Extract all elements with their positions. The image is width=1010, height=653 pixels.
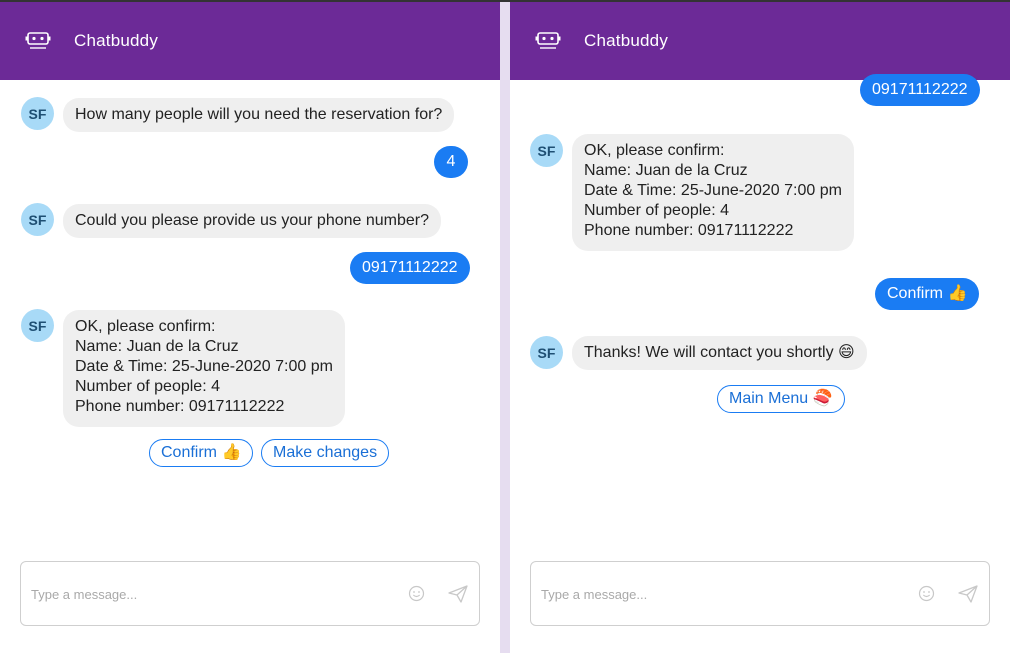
quick-reply-confirm-button[interactable]: Confirm 👍: [149, 439, 254, 467]
send-icon[interactable]: [958, 585, 978, 608]
avatar: SF: [21, 97, 54, 130]
quick-reply-main-menu-button[interactable]: Main Menu 🍣: [717, 385, 845, 413]
message-list: SF How many people will you need the res…: [0, 80, 500, 560]
robot-face-icon: [534, 30, 562, 52]
user-message: 09171112222: [860, 74, 980, 106]
user-message: Confirm 👍: [875, 278, 980, 310]
message-composer: [20, 561, 480, 626]
message-list: 09171112222 SF OK, please confirm: Name:…: [510, 74, 1010, 560]
user-message: 4: [434, 146, 468, 178]
message-input[interactable]: [31, 582, 391, 606]
avatar: SF: [21, 203, 54, 236]
bot-confirmation-message: OK, please confirm: Name: Juan de la Cru…: [63, 310, 345, 427]
user-message: 09171112222: [350, 252, 470, 284]
smiley-icon[interactable]: [408, 585, 425, 607]
chat-header: Chatbuddy: [0, 2, 500, 80]
window-top-border: [0, 0, 1010, 2]
bot-message: Could you please provide us your phone n…: [63, 204, 442, 238]
quick-reply-make-changes-button[interactable]: Make changes: [261, 439, 390, 467]
avatar: SF: [21, 309, 54, 342]
bot-message: How many people will you need the reserv…: [63, 98, 455, 132]
send-icon[interactable]: [448, 585, 468, 608]
smiley-icon[interactable]: [918, 585, 935, 607]
chat-header: Chatbuddy: [510, 2, 1010, 80]
avatar: SF: [530, 336, 563, 369]
chat-panel-left: Chatbuddy SF How many people will you ne…: [0, 0, 500, 653]
message-composer: [530, 561, 990, 626]
app-title: Chatbuddy: [584, 31, 669, 50]
message-input[interactable]: [541, 582, 901, 606]
chat-panel-right: Chatbuddy 09171112222 SF OK, please conf…: [510, 0, 1010, 653]
bot-confirmation-message: OK, please confirm: Name: Juan de la Cru…: [572, 134, 854, 251]
robot-face-icon: [24, 30, 52, 52]
app-title: Chatbuddy: [74, 31, 159, 50]
avatar: SF: [530, 134, 563, 167]
bot-message: Thanks! We will contact you shortly 😄: [572, 336, 867, 370]
